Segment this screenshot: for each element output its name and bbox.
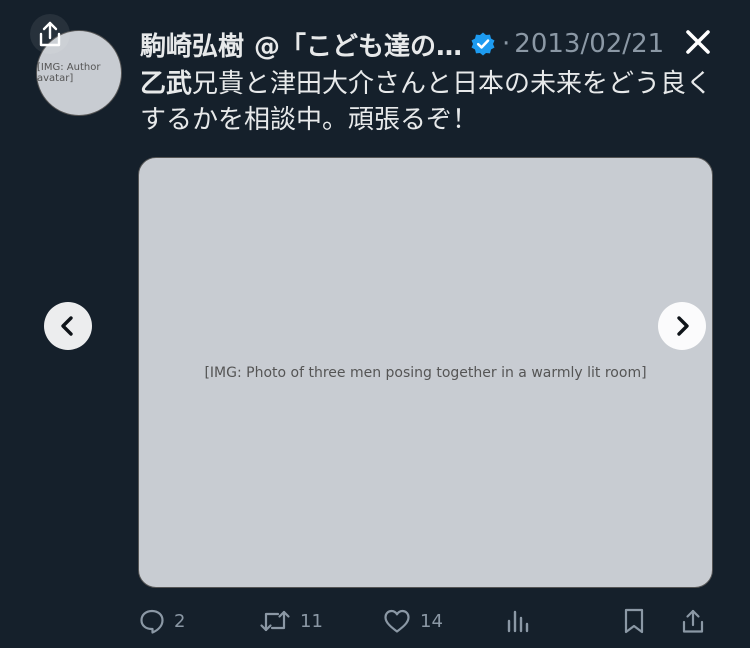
bookmark-button[interactable] <box>622 602 646 640</box>
share-icon <box>682 609 704 633</box>
heart-icon <box>384 609 410 633</box>
analytics-icon <box>507 610 529 633</box>
share-icon <box>39 21 61 47</box>
verified-badge-icon <box>470 31 496 57</box>
next-photo-button[interactable] <box>658 302 706 350</box>
close-button[interactable] <box>676 22 720 62</box>
tweet-action-bar: 2 11 14 <box>138 602 718 640</box>
tweet-timestamp[interactable]: 2013/02/21 <box>514 29 664 59</box>
previous-photo-button[interactable] <box>44 302 92 350</box>
author-handle[interactable]: @「こども達の… <box>254 26 462 63</box>
share-tweet-button[interactable] <box>680 602 706 640</box>
tweet-header: 駒崎弘樹 @「こども達の… · 2013/02/21 <box>140 24 664 64</box>
tweet-viewer: [IMG: Author avatar] 駒崎弘樹 @「こども達の… · 201… <box>0 0 750 648</box>
close-icon <box>686 30 710 54</box>
like-count: 14 <box>420 610 443 632</box>
share-button[interactable] <box>30 14 70 54</box>
chevron-right-icon <box>677 316 689 336</box>
retweet-count: 11 <box>300 610 323 632</box>
author-name[interactable]: 駒崎弘樹 <box>140 26 244 63</box>
tweet-text: 乙武兄貴と津田大介さんと日本の未来をどう良くするかを相談中。頑張るぞ！ <box>140 66 730 138</box>
analytics-button[interactable] <box>504 602 532 640</box>
tweet-text-emphasis: 乙武 <box>140 69 193 99</box>
chevron-left-icon <box>61 316 73 336</box>
retweet-icon <box>260 610 290 632</box>
bookmark-icon <box>624 608 644 634</box>
reply-icon <box>140 609 164 634</box>
like-button[interactable]: 14 <box>382 602 443 640</box>
reply-count: 2 <box>174 610 186 632</box>
reply-button[interactable]: 2 <box>138 602 185 640</box>
retweet-button[interactable]: 11 <box>258 602 323 640</box>
tweet-text-body: 兄貴と津田大介さんと日本の未来をどう良くするかを相談中。頑張るぞ！ <box>140 69 713 135</box>
tweet-photo[interactable]: [IMG: Photo of three men posing together… <box>138 157 713 588</box>
header-separator: · <box>502 29 511 59</box>
